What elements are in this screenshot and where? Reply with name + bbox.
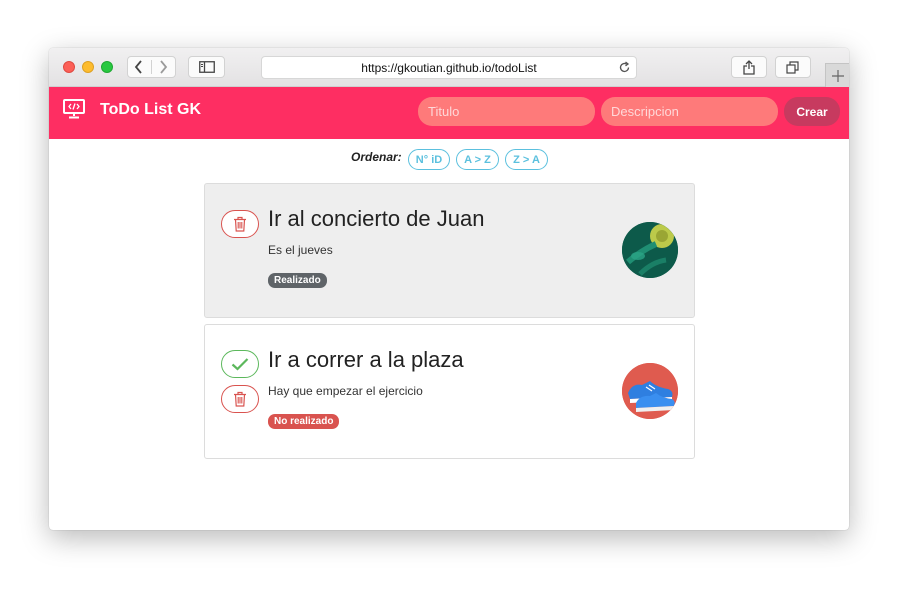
status-badge: Realizado (268, 273, 327, 288)
delete-button[interactable] (221, 385, 259, 413)
sort-by-id-button[interactable]: N° iD (408, 149, 450, 170)
sort-bar: Ordenar: N° iD A > Z Z > A (49, 148, 849, 170)
todo-description: Es el jueves (268, 243, 333, 257)
todo-description: Hay que empezar el ejercicio (268, 384, 423, 398)
close-window-button[interactable] (63, 61, 75, 73)
share-button[interactable] (731, 56, 767, 78)
descripcion-input[interactable] (601, 97, 778, 126)
back-forward-group (127, 56, 176, 78)
minimize-window-button[interactable] (82, 61, 94, 73)
forward-arrow-icon[interactable] (152, 60, 175, 74)
check-icon (231, 358, 249, 371)
share-icon (743, 59, 755, 75)
delete-button[interactable] (221, 210, 259, 238)
todo-title: Ir a correr a la plaza (268, 347, 464, 372)
trash-icon (234, 391, 246, 407)
trash-icon (234, 216, 246, 232)
tabs-overview-button[interactable] (775, 56, 811, 78)
sort-label: Ordenar: (351, 150, 402, 164)
todo-title: Ir al concierto de Juan (268, 206, 485, 231)
status-badge: No realizado (268, 414, 340, 429)
plus-icon (831, 69, 844, 82)
url-text: https://gkoutian.github.io/todoList (361, 61, 537, 75)
reload-icon[interactable] (618, 61, 631, 79)
crear-button[interactable]: Crear (784, 97, 840, 126)
address-bar[interactable]: https://gkoutian.github.io/todoList (261, 56, 637, 79)
sidebar-icon (198, 61, 215, 73)
new-tab-button[interactable] (825, 63, 849, 87)
back-arrow-icon[interactable] (128, 60, 152, 74)
todo-card: Ir a correr a la plaza Hay que empezar e… (204, 324, 695, 459)
browser-toolbar: https://gkoutian.github.io/todoList (49, 48, 849, 87)
browser-window: https://gkoutian.github.io/todoList ToDo… (49, 48, 849, 530)
sort-a-z-button[interactable]: A > Z (456, 149, 499, 170)
sidebar-toggle-button[interactable] (188, 56, 225, 78)
complete-button[interactable] (221, 350, 259, 378)
titulo-input[interactable] (418, 97, 595, 126)
app-navbar: ToDo List GK Crear (49, 87, 849, 139)
sort-z-a-button[interactable]: Z > A (505, 149, 548, 170)
todo-card: Ir al concierto de Juan Es el jueves Rea… (204, 183, 695, 318)
monitor-code-icon (63, 99, 85, 124)
app-brand[interactable]: ToDo List GK (100, 101, 201, 119)
tabs-icon (786, 60, 799, 74)
concert-avatar (622, 222, 678, 278)
maximize-window-button[interactable] (101, 61, 113, 73)
sneakers-avatar (622, 363, 678, 419)
